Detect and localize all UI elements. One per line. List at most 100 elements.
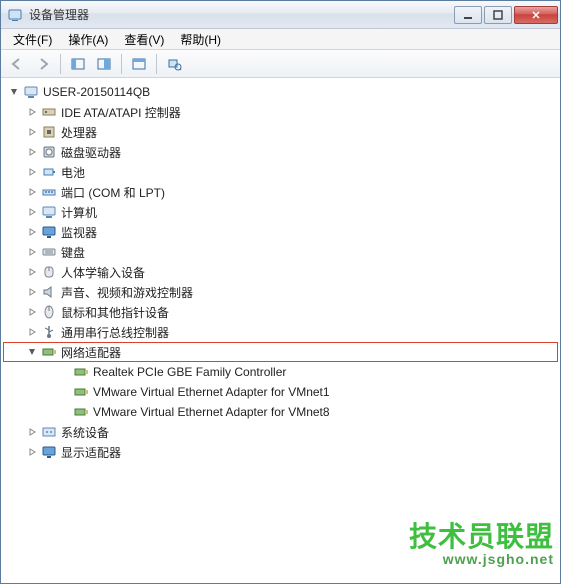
battery-icon	[41, 164, 57, 180]
expand-icon[interactable]	[25, 165, 39, 179]
minimize-button[interactable]	[454, 6, 482, 24]
toolbar-separator	[156, 54, 157, 74]
app-icon	[7, 7, 23, 23]
help-button[interactable]	[127, 53, 151, 75]
expand-icon[interactable]	[25, 145, 39, 159]
computer-icon	[41, 204, 57, 220]
expand-icon[interactable]	[25, 205, 39, 219]
menu-file[interactable]: 文件(F)	[5, 29, 60, 50]
close-button[interactable]	[514, 6, 558, 24]
scan-button[interactable]	[162, 53, 186, 75]
device-tree: USER-20150114QB IDE ATA/ATAPI 控制器处理器磁盘驱动…	[3, 82, 558, 462]
node-label: 监视器	[61, 224, 97, 241]
properties-button[interactable]	[92, 53, 116, 75]
expand-icon[interactable]	[25, 265, 39, 279]
node-label: Realtek PCIe GBE Family Controller	[93, 365, 286, 379]
port-icon	[41, 184, 57, 200]
tree-node[interactable]: 键盘	[3, 242, 558, 262]
tree-node[interactable]: 显示适配器	[3, 442, 558, 462]
expand-icon[interactable]	[25, 225, 39, 239]
node-label: 计算机	[61, 204, 97, 221]
tree-root[interactable]: USER-20150114QB	[3, 82, 558, 102]
node-label: 声音、视频和游戏控制器	[61, 284, 193, 301]
collapse-icon[interactable]	[7, 85, 21, 99]
maximize-button[interactable]	[484, 6, 512, 24]
tree-node[interactable]: 鼠标和其他指针设备	[3, 302, 558, 322]
tree-node-nic[interactable]: VMware Virtual Ethernet Adapter for VMne…	[3, 382, 558, 402]
tree-node[interactable]: 磁盘驱动器	[3, 142, 558, 162]
tree-node[interactable]: IDE ATA/ATAPI 控制器	[3, 102, 558, 122]
window-title: 设备管理器	[29, 6, 452, 23]
root-label: USER-20150114QB	[43, 85, 150, 99]
node-label: 显示适配器	[61, 444, 121, 461]
ide-icon	[41, 104, 57, 120]
tree-node[interactable]: 电池	[3, 162, 558, 182]
collapse-icon[interactable]	[25, 345, 39, 359]
tree-node-nic[interactable]: Realtek PCIe GBE Family Controller	[3, 362, 558, 382]
expand-icon[interactable]	[25, 185, 39, 199]
menu-help[interactable]: 帮助(H)	[172, 29, 229, 50]
device-manager-window: 设备管理器 文件(F) 操作(A) 查看(V) 帮助(H) USER-20150…	[0, 0, 561, 584]
node-label: VMware Virtual Ethernet Adapter for VMne…	[93, 385, 330, 399]
tree-node[interactable]: 通用串行总线控制器	[3, 322, 558, 342]
network-adapter-icon	[41, 344, 57, 360]
node-label: 电池	[61, 164, 85, 181]
hid-icon	[41, 264, 57, 280]
toolbar-separator	[60, 54, 61, 74]
network-label: 网络适配器	[61, 344, 121, 361]
tree-node[interactable]: 系统设备	[3, 422, 558, 442]
expand-icon[interactable]	[25, 105, 39, 119]
menubar: 文件(F) 操作(A) 查看(V) 帮助(H)	[1, 29, 560, 50]
tree-node[interactable]: 计算机	[3, 202, 558, 222]
forward-button[interactable]	[31, 53, 55, 75]
watermark-text: 技术员联盟	[409, 515, 554, 555]
tree-node-nic[interactable]: VMware Virtual Ethernet Adapter for VMne…	[3, 402, 558, 422]
node-label: IDE ATA/ATAPI 控制器	[61, 104, 181, 121]
toolbar	[1, 50, 560, 78]
computer-icon	[23, 84, 39, 100]
tree-node[interactable]: 监视器	[3, 222, 558, 242]
node-label: 磁盘驱动器	[61, 144, 121, 161]
keyboard-icon	[41, 244, 57, 260]
system-icon	[41, 424, 57, 440]
expand-icon[interactable]	[25, 245, 39, 259]
cpu-icon	[41, 124, 57, 140]
tree-node[interactable]: 端口 (COM 和 LPT)	[3, 182, 558, 202]
expand-icon[interactable]	[25, 285, 39, 299]
back-button[interactable]	[5, 53, 29, 75]
net-icon	[73, 364, 89, 380]
expand-icon[interactable]	[25, 125, 39, 139]
net-icon	[73, 404, 89, 420]
menu-action[interactable]: 操作(A)	[60, 29, 116, 50]
mouse-icon	[41, 304, 57, 320]
node-label: 通用串行总线控制器	[61, 324, 169, 341]
node-label: 人体学输入设备	[61, 264, 145, 281]
tree-node-network[interactable]: 网络适配器	[3, 342, 558, 362]
titlebar: 设备管理器	[1, 1, 560, 29]
tree-node[interactable]: 处理器	[3, 122, 558, 142]
expand-icon[interactable]	[25, 425, 39, 439]
toolbar-separator	[121, 54, 122, 74]
net-icon	[73, 384, 89, 400]
expand-icon[interactable]	[25, 325, 39, 339]
display-icon	[41, 444, 57, 460]
disk-icon	[41, 144, 57, 160]
tree-node[interactable]: 声音、视频和游戏控制器	[3, 282, 558, 302]
node-label: 系统设备	[61, 424, 109, 441]
expand-icon[interactable]	[25, 445, 39, 459]
node-label: 键盘	[61, 244, 85, 261]
node-label: VMware Virtual Ethernet Adapter for VMne…	[93, 405, 330, 419]
node-label: 处理器	[61, 124, 97, 141]
tree-node[interactable]: 人体学输入设备	[3, 262, 558, 282]
menu-view[interactable]: 查看(V)	[116, 29, 172, 50]
monitor-icon	[41, 224, 57, 240]
watermark: 技术员联盟 www.jsgho.net	[409, 515, 554, 567]
sound-icon	[41, 284, 57, 300]
expand-icon[interactable]	[25, 305, 39, 319]
show-hide-button[interactable]	[66, 53, 90, 75]
tree-panel[interactable]: USER-20150114QB IDE ATA/ATAPI 控制器处理器磁盘驱动…	[1, 78, 560, 583]
node-label: 端口 (COM 和 LPT)	[61, 184, 165, 201]
usb-icon	[41, 324, 57, 340]
window-controls	[452, 6, 558, 24]
node-label: 鼠标和其他指针设备	[61, 304, 169, 321]
